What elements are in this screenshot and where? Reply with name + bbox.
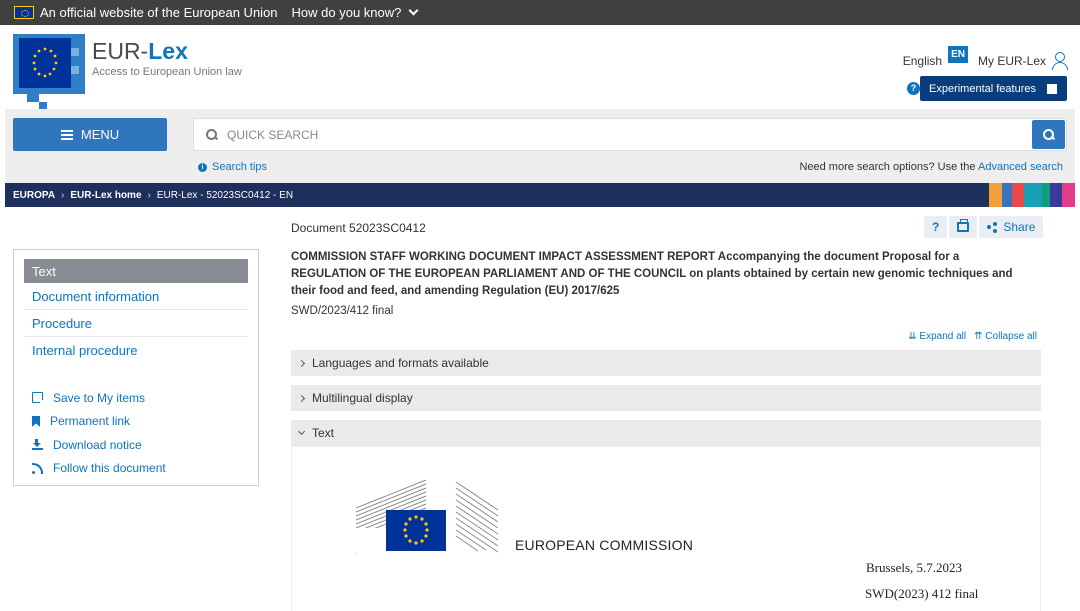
permanent-link[interactable]: Permanent link	[24, 410, 248, 434]
stripe-segment	[1024, 183, 1042, 207]
stripe-segment	[1002, 183, 1012, 207]
document-reference: SWD/2023/412 final	[291, 305, 394, 317]
advanced-search-prompt: Need more search options? Use the Advanc…	[799, 161, 1063, 173]
chevron-down-icon	[297, 427, 306, 436]
share-icon	[987, 222, 997, 232]
sidebar-item-procedure[interactable]: Procedure	[24, 310, 248, 337]
follow-document-label: Follow this document	[53, 461, 166, 476]
experimental-features-toggle[interactable]: Experimental features	[920, 76, 1067, 101]
language-code-badge: EN	[948, 46, 968, 63]
chevron-down-icon	[408, 5, 419, 16]
sidebar-item-text[interactable]: Text	[24, 259, 248, 283]
chevron-right-icon	[297, 359, 306, 367]
document-sidebar: Text Document information Procedure Inte…	[13, 249, 259, 486]
stripe-segment	[989, 183, 1002, 207]
quick-search-box[interactable]	[193, 118, 1067, 151]
hamburger-icon	[60, 129, 73, 140]
document-toolbar: ? Share	[924, 216, 1044, 238]
quick-search-input[interactable]	[227, 127, 1007, 142]
experimental-features-label: Experimental features	[929, 82, 1036, 95]
breadcrumb-separator-icon: ›	[147, 189, 151, 201]
save-to-my-items-link[interactable]: Save to My items	[24, 386, 248, 410]
rss-icon	[32, 462, 43, 474]
breadcrumb-europa[interactable]: EUROPA	[13, 190, 55, 201]
download-notice-link[interactable]: Download notice	[24, 433, 248, 457]
european-commission-logo	[356, 480, 499, 553]
document-id: Document 52023SC0412	[291, 221, 426, 235]
language-selector[interactable]: English EN	[902, 46, 968, 69]
eurlex-logo[interactable]	[13, 34, 85, 116]
stripe-segment	[1050, 183, 1062, 207]
user-icon	[1052, 52, 1068, 70]
stripe-segment	[1012, 183, 1024, 207]
body-place-date: Brussels, 5.7.2023	[866, 560, 963, 575]
sidebar-item-internal-procedure[interactable]: Internal procedure	[24, 337, 248, 364]
search-bar-area: MENU i Search tips Need more search opti…	[5, 109, 1075, 183]
breadcrumb-separator-icon: ›	[61, 189, 65, 201]
menu-button[interactable]: MENU	[13, 118, 167, 151]
site-header: EUR-Lex Access to European Union law Eng…	[0, 25, 1080, 116]
section-label: Multilingual display	[312, 391, 413, 405]
eu-flag-icon	[14, 6, 34, 19]
document-title: COMMISSION STAFF WORKING DOCUMENT IMPACT…	[291, 251, 1013, 297]
follow-document-link[interactable]: Follow this document	[24, 457, 248, 481]
how-do-you-know-label: How do you know?	[291, 5, 402, 20]
chevron-right-icon	[297, 394, 306, 402]
printer-icon	[957, 219, 970, 232]
download-icon	[32, 439, 43, 451]
permanent-link-label: Permanent link	[50, 414, 131, 429]
search-icon	[206, 129, 217, 140]
eu-official-banner: An official website of the European Unio…	[0, 0, 1080, 25]
official-site-text: An official website of the European Unio…	[40, 5, 278, 20]
body-organisation: EUROPEAN COMMISSION	[515, 537, 694, 553]
expand-all-link[interactable]: ⇊ Expand all	[908, 331, 966, 342]
stripe-segment	[1042, 183, 1050, 207]
how-do-you-know-toggle[interactable]: How do you know?	[291, 5, 419, 20]
logo-title: EUR-Lex	[92, 38, 188, 64]
breadcrumb-current: EUR-Lex - 52023SC0412 - EN	[156, 189, 294, 201]
advanced-search-link[interactable]: Advanced search	[978, 161, 1063, 173]
share-button[interactable]: Share	[979, 216, 1044, 238]
body-reference: SWD(2023) 412 final	[865, 586, 979, 601]
sidebar-actions: Save to My items Permanent link Download…	[24, 386, 248, 480]
color-stripe	[989, 183, 1075, 207]
search-icon	[1043, 129, 1054, 140]
section-languages-formats[interactable]: Languages and formats available	[291, 350, 1041, 376]
section-multilingual-display[interactable]: Multilingual display	[291, 385, 1041, 411]
experimental-help-icon[interactable]: ?	[907, 82, 920, 95]
logo-text[interactable]: EUR-Lex Access to European Union law	[92, 38, 242, 78]
search-tips-label: Search tips	[212, 161, 268, 173]
experimental-checkbox[interactable]	[1047, 84, 1057, 94]
more-options-text: Need more search options? Use the	[799, 161, 976, 173]
share-label: Share	[1003, 220, 1036, 234]
section-label: Text	[312, 426, 335, 440]
bookmark-icon	[32, 415, 40, 427]
info-icon: i	[198, 162, 207, 172]
search-submit-button[interactable]	[1032, 120, 1065, 149]
collapse-all-link[interactable]: ⇈ Collapse all	[974, 331, 1037, 342]
print-button[interactable]	[949, 216, 978, 238]
language-label: English	[902, 53, 943, 68]
download-notice-label: Download notice	[53, 437, 142, 452]
expand-collapse-controls: ⇊ Expand all ⇈ Collapse all	[908, 331, 1037, 342]
my-eurlex-label: My EUR-Lex	[977, 54, 1046, 68]
breadcrumb: EUROPA › EUR-Lex home › EUR-Lex - 52023S…	[5, 183, 1075, 207]
my-eurlex-link[interactable]: My EUR-Lex	[978, 52, 1068, 70]
section-text[interactable]: Text	[291, 420, 1041, 446]
sidebar-item-document-information[interactable]: Document information	[24, 283, 248, 310]
breadcrumb-eurlex-home[interactable]: EUR-Lex home	[70, 190, 141, 201]
save-icon	[32, 392, 44, 405]
search-tips-link[interactable]: i Search tips	[198, 161, 267, 173]
logo-subtitle: Access to European Union law	[92, 66, 242, 78]
menu-label: MENU	[80, 127, 120, 142]
stripe-segment	[1062, 183, 1075, 207]
section-label: Languages and formats available	[312, 356, 489, 370]
help-button[interactable]: ?	[924, 216, 948, 238]
save-to-my-items-label: Save to My items	[53, 390, 146, 405]
